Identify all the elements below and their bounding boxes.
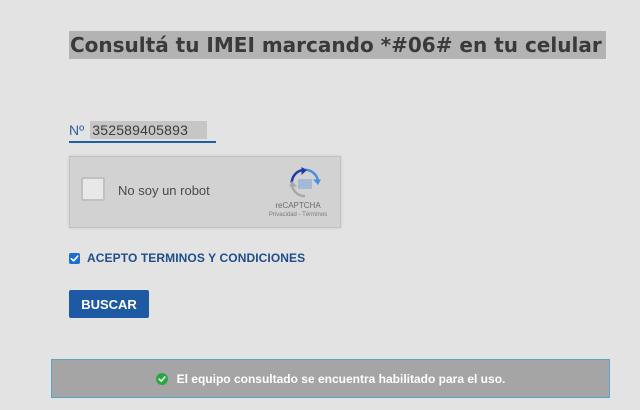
imei-field-row: Nº <box>69 118 216 143</box>
imei-prefix-label: Nº <box>69 121 85 138</box>
checkmark-icon <box>70 254 79 262</box>
recaptcha-logo-icon <box>289 167 321 198</box>
recaptcha-checkbox[interactable] <box>81 177 105 201</box>
result-alert: El equipo consultado se encuentra habili… <box>51 359 610 398</box>
terms-checkbox[interactable] <box>69 252 80 264</box>
recaptcha-privacy-links[interactable]: Privacidad - Términos <box>256 212 340 218</box>
recaptcha-widget: No soy un robot reCAPTCHA Privacidad - T… <box>69 156 341 228</box>
terms-checkbox-row[interactable]: ACEPTO TERMINOS Y CONDICIONES <box>69 251 305 265</box>
recaptcha-brand: reCAPTCHA <box>275 201 321 210</box>
search-button[interactable]: BUSCAR <box>69 290 149 318</box>
page-title: Consultá tu IMEI marcando *#06# en tu ce… <box>69 31 606 59</box>
terms-label[interactable]: ACEPTO TERMINOS Y CONDICIONES <box>87 251 305 265</box>
check-circle-icon <box>155 372 168 385</box>
recaptcha-label: No soy un robot <box>118 183 210 198</box>
result-message: El equipo consultado se encuentra habili… <box>176 371 506 386</box>
imei-input[interactable] <box>90 120 208 139</box>
